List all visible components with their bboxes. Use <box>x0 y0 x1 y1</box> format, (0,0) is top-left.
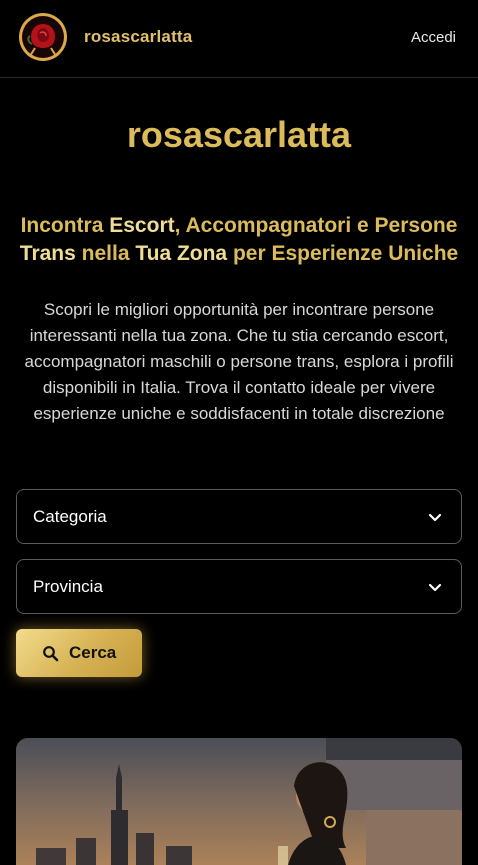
subtitle-part: Incontra <box>20 214 110 237</box>
chevron-down-icon <box>428 513 442 522</box>
hero-description: Scopri le migliori opportunità per incon… <box>24 300 454 423</box>
subtitle-highlight-zona: Tua Zona <box>135 242 228 265</box>
hero-subtitle: Incontra Escort, Accompagnatori e Person… <box>10 212 468 268</box>
province-select[interactable]: Provincia <box>16 559 462 614</box>
rose-logo-icon[interactable] <box>18 12 68 62</box>
chevron-down-icon <box>428 583 442 592</box>
subtitle-part: , Accompagnatori e Persone <box>174 214 458 237</box>
city-skyline-image <box>16 738 462 865</box>
category-select[interactable]: Categoria <box>16 489 462 544</box>
hero-title: rosascarlatta <box>126 114 352 155</box>
subtitle-part: per Esperienze Uniche <box>227 242 459 265</box>
top-navbar: rosascarlatta Accedi <box>0 0 478 78</box>
subtitle-part: nella <box>75 242 136 265</box>
brand-name[interactable]: rosascarlatta <box>84 27 192 47</box>
category-select-label: Categoria <box>33 507 107 526</box>
subtitle-highlight-escort: Escort <box>109 214 175 237</box>
search-icon <box>43 646 59 662</box>
subtitle-highlight-trans: Trans <box>19 242 76 265</box>
hero-banner-image <box>16 738 462 865</box>
search-button[interactable]: Cerca <box>16 629 142 677</box>
province-select-label: Provincia <box>33 577 103 596</box>
login-link[interactable]: Accedi <box>411 29 456 46</box>
search-button-label: Cerca <box>69 643 117 662</box>
